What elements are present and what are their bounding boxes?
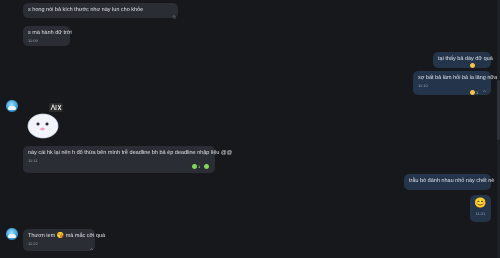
message-text: Thươn iem 😘 mà mắc cỡi quá (28, 233, 105, 240)
reaction-row[interactable] (470, 63, 475, 68)
message-text: này cái hk lại nên h đổ thừa bên mình tr… (28, 150, 233, 156)
timestamp: 11:21 (475, 211, 486, 216)
reaction-add-row[interactable] (204, 164, 209, 169)
reaction-icon[interactable] (172, 14, 177, 19)
message-text-part: Thươn iem (28, 233, 56, 239)
reaction-count: 1 (476, 90, 479, 95)
reaction-emoji-icon (470, 63, 475, 68)
message-bubble-incoming[interactable]: s hong nói bả kích thước như này lun cho… (23, 3, 178, 18)
message-bubble-outgoing[interactable]: 😊 11:21 (470, 195, 491, 222)
message-text: s hong nói bả kích thước như này lun cho… (28, 7, 144, 13)
message-text: s mà hành dữ trời (28, 30, 72, 36)
sticker-image[interactable] (25, 100, 67, 140)
reaction-emoji-icon (192, 164, 197, 169)
reaction-add-icon[interactable] (482, 89, 487, 94)
reaction-icon[interactable] (89, 247, 94, 252)
message-bubble-incoming[interactable]: này cái hk lại nên h đổ thừa bên mình tr… (23, 146, 233, 173)
message-text-part: mà mắc cỡi quá (65, 233, 106, 239)
timestamp: 11:22 (28, 241, 38, 246)
avatar[interactable] (6, 100, 18, 112)
message-text: sợ bất bả làm hỏi bả la lăng nữa (418, 75, 498, 81)
reaction-row[interactable]: 1 (192, 164, 200, 169)
reaction-row[interactable]: 1 (470, 90, 478, 95)
timestamp: 11:10 (418, 83, 428, 88)
message-bubble-incoming[interactable]: Thươn iem 😘 mà mắc cỡi quá 11:22 (23, 229, 105, 251)
timestamp: 11:11 (28, 158, 38, 163)
reaction-emoji-icon (470, 90, 475, 95)
avatar[interactable] (6, 228, 18, 240)
smiling-face-emoji-icon: 😊 (474, 198, 487, 209)
timestamp: 11:09 (28, 38, 38, 43)
reaction-count: 1 (198, 164, 201, 169)
reaction-emoji-icon (204, 164, 209, 169)
message-bubble-outgoing[interactable]: tại thấy bả dày dữ quá (433, 52, 493, 68)
message-bubble-outgoing[interactable]: trẫu bò đánh nhau nhỏ này chết nè (404, 174, 495, 190)
message-text: trẫu bò đánh nhau nhỏ này chết nè (409, 178, 495, 184)
cute-bunny-sticker-icon (27, 103, 63, 139)
message-text: tại thấy bả dày dữ quá (438, 56, 493, 62)
kissing-face-emoji-icon: 😘 (56, 233, 65, 239)
message-bubble-outgoing[interactable]: sợ bất bả làm hỏi bả la lăng nữa 11:10 (413, 71, 498, 95)
message-bubble-incoming[interactable]: s mà hành dữ trời 11:09 (23, 26, 72, 46)
